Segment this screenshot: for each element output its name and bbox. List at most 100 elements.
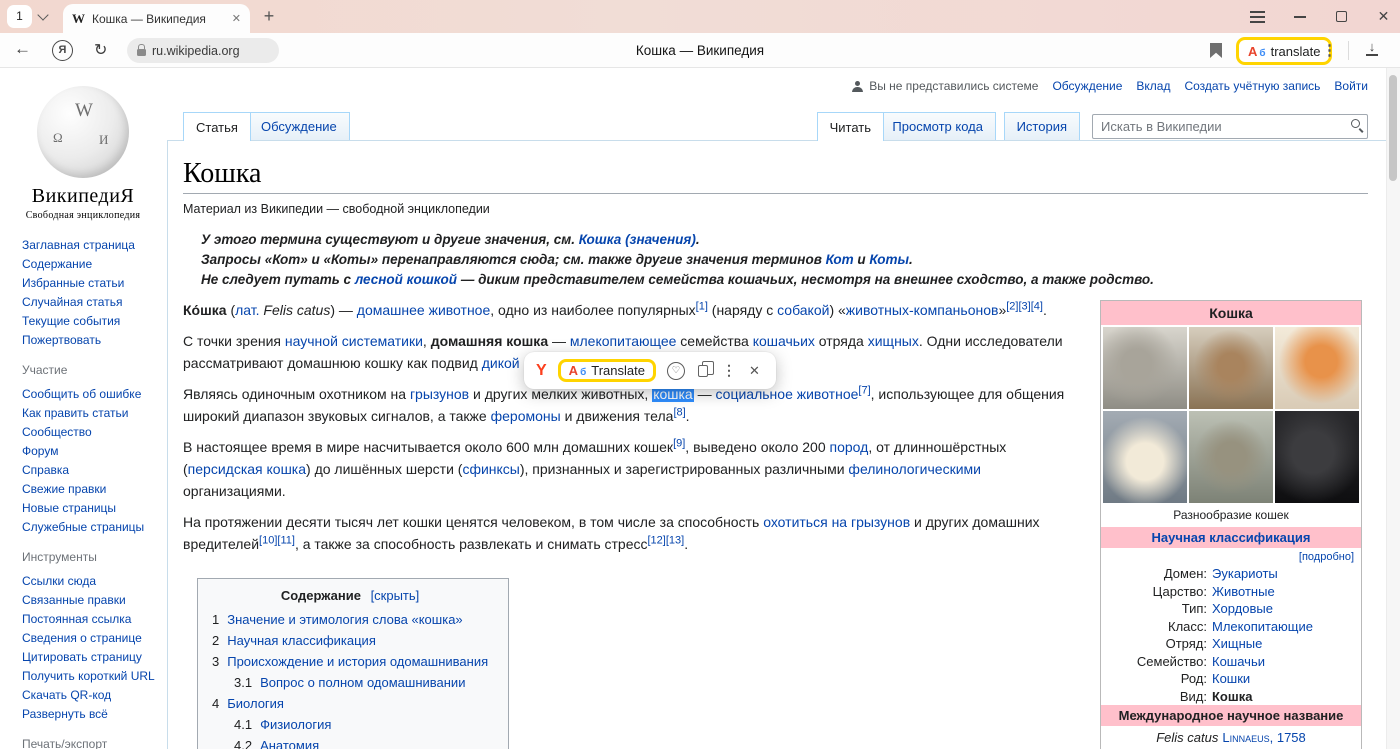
wiki-link[interactable]: животных-компаньонов [846, 302, 999, 318]
address-bar[interactable]: ru.wikipedia.org [127, 38, 279, 63]
wiki-link[interactable]: лат. [235, 302, 259, 318]
scrollbar[interactable] [1386, 68, 1400, 749]
copy-icon[interactable] [698, 365, 708, 377]
cat-photo[interactable] [1189, 411, 1273, 503]
tab-history[interactable]: История [1004, 112, 1080, 140]
wikipedia-logo[interactable]: W Ω И ВикипедиЯ Свободная энциклопедия [20, 86, 146, 221]
sidebar-item-featured[interactable]: Избранные статьи [22, 274, 156, 293]
toc-link[interactable]: Анатомия [260, 738, 319, 749]
wiki-link[interactable]: сфинксы [462, 461, 519, 477]
tab-close-icon[interactable]: ✕ [232, 12, 241, 25]
sidebar-item-forum[interactable]: Форум [22, 442, 156, 461]
wiki-link[interactable]: пород [830, 439, 869, 455]
browser-tab[interactable]: W Кошка — Википедия ✕ [63, 4, 250, 33]
sidebar-item-cite-page[interactable]: Цитировать страницу [22, 648, 156, 667]
user-link-create-account[interactable]: Создать учётную запись [1184, 79, 1320, 93]
sidebar-item-qr-code[interactable]: Скачать QR-код [22, 686, 156, 705]
maximize-button[interactable] [1333, 8, 1350, 25]
download-button[interactable]: ↓ [1366, 40, 1378, 56]
cat-photo[interactable] [1103, 411, 1187, 503]
sidebar-item-what-links-here[interactable]: Ссылки сюда [22, 572, 156, 591]
sidebar-item-community[interactable]: Сообщество [22, 423, 156, 442]
reference-link[interactable]: [2][3][4] [1006, 300, 1043, 312]
search-icon[interactable] [1351, 119, 1360, 128]
sidebar-item-special-pages[interactable]: Служебные страницы [22, 518, 156, 537]
sidebar-item-how-to-edit[interactable]: Как править статьи [22, 404, 156, 423]
tab-view-source[interactable]: Просмотр кода [879, 112, 996, 140]
taxonomy-value[interactable]: Хищные [1212, 635, 1262, 653]
reference-link[interactable]: [7] [858, 384, 870, 396]
popup-translate-button[interactable]: Аб Translate [558, 359, 656, 382]
yandex-home-button[interactable]: Я [52, 40, 73, 61]
wiki-link[interactable]: Кошка (значения) [579, 232, 696, 247]
reference-link[interactable]: [8] [673, 406, 685, 418]
user-link-login[interactable]: Войти [1334, 79, 1368, 93]
sidebar-item-donate[interactable]: Пожертвовать [22, 331, 156, 350]
cat-photo[interactable] [1275, 411, 1359, 503]
bookmark-icon[interactable] [1210, 43, 1222, 58]
wiki-link[interactable]: домашнее животное [357, 302, 490, 318]
sidebar-item-random[interactable]: Случайная статья [22, 293, 156, 312]
toc-link[interactable]: Вопрос о полном одомашнивании [260, 675, 465, 690]
wiki-link[interactable]: Кот [826, 252, 854, 267]
tab-counter-button[interactable]: 1 [7, 5, 32, 28]
sidebar-item-page-info[interactable]: Сведения о странице [22, 629, 156, 648]
close-window-button[interactable]: ✕ [1375, 8, 1392, 25]
author-link[interactable]: Linnaeus [1222, 730, 1269, 745]
toolbar-translate-button[interactable]: Аб translate [1236, 37, 1332, 65]
user-link-talk[interactable]: Обсуждение [1052, 79, 1122, 93]
wiki-link[interactable]: лесной кошкой [355, 272, 457, 287]
toc-link[interactable]: Биология [227, 696, 284, 711]
popup-close-icon[interactable]: ✕ [749, 363, 760, 379]
taxonomy-value[interactable]: Кошки [1212, 670, 1250, 688]
chevron-down-icon[interactable] [37, 9, 48, 20]
details-link[interactable]: [подробно] [1101, 548, 1361, 565]
sidebar-item-help[interactable]: Справка [22, 461, 156, 480]
year-link[interactable]: , 1758 [1270, 730, 1306, 745]
reference-link[interactable]: [12][13] [648, 534, 685, 546]
scrollbar-thumb[interactable] [1389, 75, 1397, 181]
wiki-link[interactable]: феромоны [491, 408, 561, 424]
toc-link[interactable]: Значение и этимология слова «кошка» [227, 612, 462, 627]
wiki-link[interactable]: фелинологическими [848, 461, 981, 477]
reload-button[interactable]: ↻ [94, 40, 107, 60]
sidebar-item-report-error[interactable]: Сообщить об ошибке [22, 385, 156, 404]
browser-menu-button[interactable] [1249, 8, 1266, 25]
toc-link[interactable]: Происхождение и история одомашнивания [227, 654, 488, 669]
sidebar-item-permanent-link[interactable]: Постоянная ссылка [22, 610, 156, 629]
back-button[interactable]: ← [14, 39, 31, 59]
wiki-link[interactable]: научной систематики [285, 333, 423, 349]
new-tab-button[interactable]: + [258, 5, 280, 27]
sidebar-item-current-events[interactable]: Текущие события [22, 312, 156, 331]
toc-link[interactable]: Научная классификация [227, 633, 376, 648]
user-link-contributions[interactable]: Вклад [1136, 79, 1170, 93]
taxonomy-value[interactable]: Млекопитающие [1212, 618, 1313, 636]
wiki-link[interactable]: хищных [868, 333, 919, 349]
wiki-link[interactable]: млекопитающее [570, 333, 677, 349]
cat-photo[interactable] [1103, 327, 1187, 409]
sidebar-item-contents[interactable]: Содержание [22, 255, 156, 274]
sidebar-item-new-pages[interactable]: Новые страницы [22, 499, 156, 518]
taxonomy-value[interactable]: Хордовые [1212, 600, 1273, 618]
tab-discussion[interactable]: Обсуждение [248, 112, 350, 140]
taxonomy-value[interactable]: Эукариоты [1212, 565, 1278, 583]
sidebar-item-expand-all[interactable]: Развернуть всё [22, 705, 156, 724]
minimize-button[interactable] [1291, 8, 1308, 25]
sidebar-item-related-changes[interactable]: Связанные правки [22, 591, 156, 610]
reference-link[interactable]: [10][11] [259, 534, 295, 546]
more-options-icon[interactable]: ⋮ [1322, 41, 1337, 59]
toc-link[interactable]: Физиология [260, 717, 331, 732]
tab-read[interactable]: Читать [817, 112, 884, 141]
wiki-link[interactable]: персидская кошка [188, 461, 306, 477]
cat-photo[interactable] [1275, 327, 1359, 409]
toc-hide-link[interactable]: [скрыть] [371, 588, 420, 603]
taxonomy-value[interactable]: Кошачьи [1212, 653, 1265, 671]
wiki-link[interactable]: охотиться на грызунов [763, 514, 910, 530]
wiki-link[interactable]: грызунов [410, 386, 469, 402]
classification-header[interactable]: Научная классификация [1101, 527, 1361, 548]
reference-link[interactable]: [9] [673, 437, 685, 449]
search-input[interactable] [1092, 114, 1368, 139]
wiki-link[interactable]: кошачьих [753, 333, 815, 349]
sidebar-item-short-url[interactable]: Получить короткий URL [22, 667, 156, 686]
sidebar-item-recent-changes[interactable]: Свежие правки [22, 480, 156, 499]
